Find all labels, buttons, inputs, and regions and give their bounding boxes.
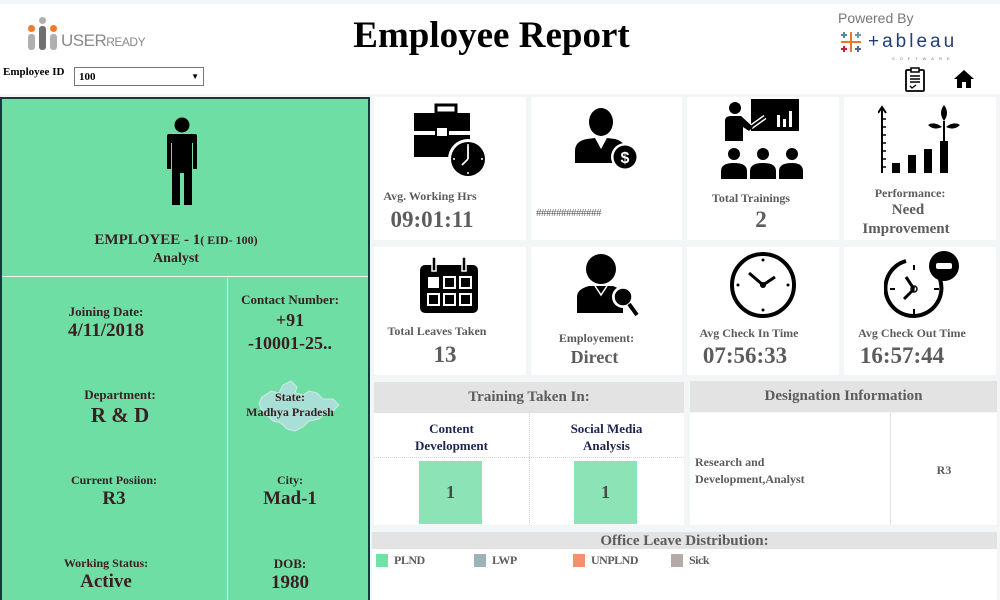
avg-check-out-card: Avg Check Out Time 16:57:44 — [844, 247, 996, 375]
avg-check-in-value: 07:56:33 — [702, 343, 788, 368]
tableau-software-text: SOFTWARE — [892, 56, 955, 61]
home-icon[interactable] — [952, 67, 976, 91]
avg-check-in-card: Avg Check In Time 07:56:33 — [687, 247, 839, 375]
salary-value: ############# — [536, 207, 602, 219]
employee-profile-panel: EMPLOYEE - 1( EID- 100) Analyst Joining … — [0, 97, 370, 600]
designation-info-table: Research and Development,Analyst R3 — [690, 413, 997, 525]
clock-icon — [730, 252, 796, 318]
employment-card: Employement: Direct — [531, 247, 682, 375]
avg-check-in-label: Avg Check In Time — [699, 326, 799, 340]
designation-info-header: Designation Information — [690, 381, 997, 412]
training-taken-header: Training Taken In: — [374, 382, 684, 413]
avg-check-out-value: 16:57:44 — [859, 343, 945, 368]
department-field: Department: R & D — [84, 387, 156, 427]
training-taken-table: Content Development Social Media Analysi… — [374, 413, 684, 525]
office-leave-distribution: PLND LWP UNPLND Sick — [372, 549, 997, 600]
column-divider — [529, 413, 530, 525]
tableau-wordmark: +ableau — [868, 31, 958, 52]
employment-label: Employement: — [558, 331, 635, 345]
legend-item-plnd[interactable]: PLND — [376, 553, 425, 568]
legend-swatch — [474, 554, 486, 567]
legend-item-sick[interactable]: Sick — [671, 553, 710, 568]
person-icon — [167, 117, 197, 205]
dob-field: DOB: 1980 — [271, 556, 309, 593]
contact-number-field: Contact Number: +91 -10001-25.. — [241, 292, 339, 353]
page-title: Employee Report — [353, 15, 630, 56]
legend-swatch — [671, 554, 683, 567]
employment-value: Direct — [570, 347, 619, 367]
chevron-down-icon: ▼ — [191, 72, 199, 81]
total-leaves-label: Total Leaves Taken — [387, 324, 487, 338]
svg-text:$: $ — [621, 150, 630, 167]
avg-working-hrs-label: Avg. Working Hrs — [383, 189, 477, 203]
employee-id-value: 100 — [79, 70, 96, 83]
performance-growth-icon — [878, 105, 960, 173]
employee-search-icon — [577, 254, 639, 317]
office-leave-distribution-header: Office Leave Distribution: — [372, 532, 997, 550]
avg-check-out-label: Avg Check Out Time — [858, 326, 966, 340]
total-trainings-label: Total Trainings — [711, 191, 791, 205]
clipboard-icon[interactable] — [904, 67, 928, 92]
working-status-field: Working Status: Active — [63, 556, 149, 592]
total-trainings-value: 2 — [755, 207, 767, 232]
legend-swatch — [376, 554, 388, 567]
employee-salary-icon: $ — [575, 108, 639, 171]
performance-label: Performance: — [874, 186, 946, 200]
total-trainings-card: Total Trainings 2 — [687, 97, 839, 240]
legend-item-lwp[interactable]: LWP — [474, 553, 517, 568]
legend-swatch — [573, 554, 585, 567]
city-field: City: Mad-1 — [263, 473, 317, 509]
powered-by-text: Powered By — [838, 10, 914, 26]
training-count-cell[interactable]: 1 — [574, 461, 637, 524]
total-leaves-card: Total Leaves Taken 13 — [374, 247, 526, 375]
training-column-header: Content Development — [374, 413, 529, 458]
training-presentation-icon — [721, 99, 803, 179]
employee-role: Analyst — [153, 251, 199, 266]
clock-minus-icon — [884, 251, 959, 318]
training-count-cell[interactable]: 1 — [419, 461, 482, 524]
briefcase-clock-icon — [414, 103, 488, 179]
state-field: State: Madhya Pradesh — [246, 390, 334, 419]
employee-id-label: Employee ID — [3, 66, 65, 78]
calendar-icon — [420, 257, 478, 313]
employee-header: EMPLOYEE - 1( EID- 100) Analyst — [2, 99, 368, 277]
employee-name: EMPLOYEE - 1( EID- 100) — [94, 232, 258, 248]
salary-card: $ ############# — [531, 97, 682, 240]
performance-value-line1: Need — [891, 202, 925, 218]
training-column-header: Social Media Analysis — [529, 413, 684, 458]
performance-value-line2: Improvement — [862, 221, 950, 237]
panel-divider — [227, 278, 228, 600]
avg-working-hrs-value: 09:01:11 — [390, 207, 474, 232]
employee-id-dropdown[interactable]: 100 ▼ — [74, 67, 204, 86]
total-leaves-value: 13 — [433, 342, 457, 367]
employee-report-dashboard: USERREADY Employee Report Employee ID 10… — [0, 0, 1000, 600]
legend-item-unplnd[interactable]: UNPLND — [573, 553, 639, 568]
employee-eid: ( EID- 100) — [200, 233, 258, 247]
current-position-field: Current Posiion: R3 — [70, 473, 158, 509]
tableau-cross-icon — [841, 32, 861, 52]
header: USERREADY Employee Report Employee ID 10… — [0, 4, 1000, 94]
designation-code: R3 — [936, 463, 952, 477]
performance-card: Performance: Need Improvement — [844, 97, 996, 240]
joining-date-field: Joining Date: 4/11/2018 — [67, 304, 144, 341]
tableau-logo: +ableau — [838, 30, 957, 54]
designation-name: Research and Development,Analyst — [695, 455, 805, 486]
